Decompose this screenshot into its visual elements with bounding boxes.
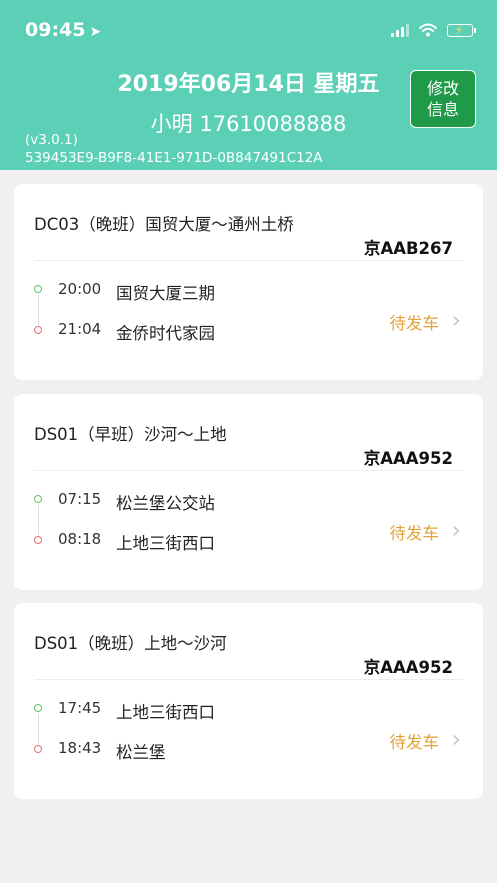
start-stop: 国贸大厦三期 xyxy=(116,284,215,303)
end-stop: 松兰堡 xyxy=(116,743,166,762)
end-dot-icon xyxy=(34,326,42,334)
route-line xyxy=(38,295,39,325)
start-time: 07:15 xyxy=(58,490,102,508)
vehicle-plate: 京AAA952 xyxy=(363,449,453,468)
app-version: (v3.0.1) xyxy=(25,132,78,148)
start-stop: 松兰堡公交站 xyxy=(116,494,215,513)
device-id: 539453E9-B9F8-41E1-971D-0B847491C12A xyxy=(25,150,323,166)
end-dot-icon xyxy=(34,745,42,753)
route-line xyxy=(38,505,39,535)
end-stop: 金侨时代家园 xyxy=(116,324,215,343)
route-line xyxy=(38,714,39,744)
status-bar-time: 09:45 ➤ xyxy=(25,19,101,41)
edit-info-button[interactable]: 修改 信息 xyxy=(410,70,476,128)
vehicle-plate: 京AAB267 xyxy=(363,239,453,258)
card-divider xyxy=(34,260,463,261)
trip-title: DS01（晚班）上地～沙河 xyxy=(34,634,227,653)
start-dot-icon xyxy=(34,285,42,293)
trip-status: 待发车 xyxy=(389,524,440,543)
card-divider xyxy=(34,470,463,471)
trip-title: DS01（早班）沙河～上地 xyxy=(34,425,227,444)
trip-status: 待发车 xyxy=(389,314,440,333)
end-stop: 上地三街西口 xyxy=(116,534,215,553)
clock-text: 09:45 xyxy=(25,19,86,41)
card-divider xyxy=(34,679,463,680)
start-dot-icon xyxy=(34,495,42,503)
end-time: 08:18 xyxy=(58,530,102,548)
cellular-signal-icon xyxy=(391,23,409,37)
start-dot-icon xyxy=(34,704,42,712)
trip-title: DC03（晚班）国贸大厦～通州土桥 xyxy=(34,215,294,234)
start-time: 17:45 xyxy=(58,699,102,717)
end-time: 18:43 xyxy=(58,739,102,757)
chevron-right-icon[interactable]: › xyxy=(451,518,461,542)
start-time: 20:00 xyxy=(58,280,102,298)
location-arrow-icon: ➤ xyxy=(89,24,102,40)
trip-card[interactable]: DS01（早班）沙河～上地 京AAA952 07:15 松兰堡公交站 08:18… xyxy=(14,394,483,590)
end-dot-icon xyxy=(34,536,42,544)
end-time: 21:04 xyxy=(58,320,102,338)
header: 09:45 ➤ ⚡ 2019年06月14日 星期五 小明 17610088888 … xyxy=(0,0,497,170)
trip-card[interactable]: DS01（晚班）上地～沙河 京AAA952 17:45 上地三街西口 18:43… xyxy=(14,603,483,799)
version-info: (v3.0.1) 539453E9-B9F8-41E1-971D-0B84749… xyxy=(25,131,323,167)
trip-status: 待发车 xyxy=(389,733,440,752)
vehicle-plate: 京AAA952 xyxy=(363,658,453,677)
trip-card[interactable]: DC03（晚班）国贸大厦～通州土桥 京AAB267 20:00 国贸大厦三期 2… xyxy=(14,184,483,380)
battery-charging-icon: ⚡ xyxy=(447,23,476,37)
status-bar-icons: ⚡ xyxy=(391,21,476,39)
wifi-icon xyxy=(419,23,437,37)
chevron-right-icon[interactable]: › xyxy=(451,308,461,332)
start-stop: 上地三街西口 xyxy=(116,703,215,722)
chevron-right-icon[interactable]: › xyxy=(451,727,461,751)
